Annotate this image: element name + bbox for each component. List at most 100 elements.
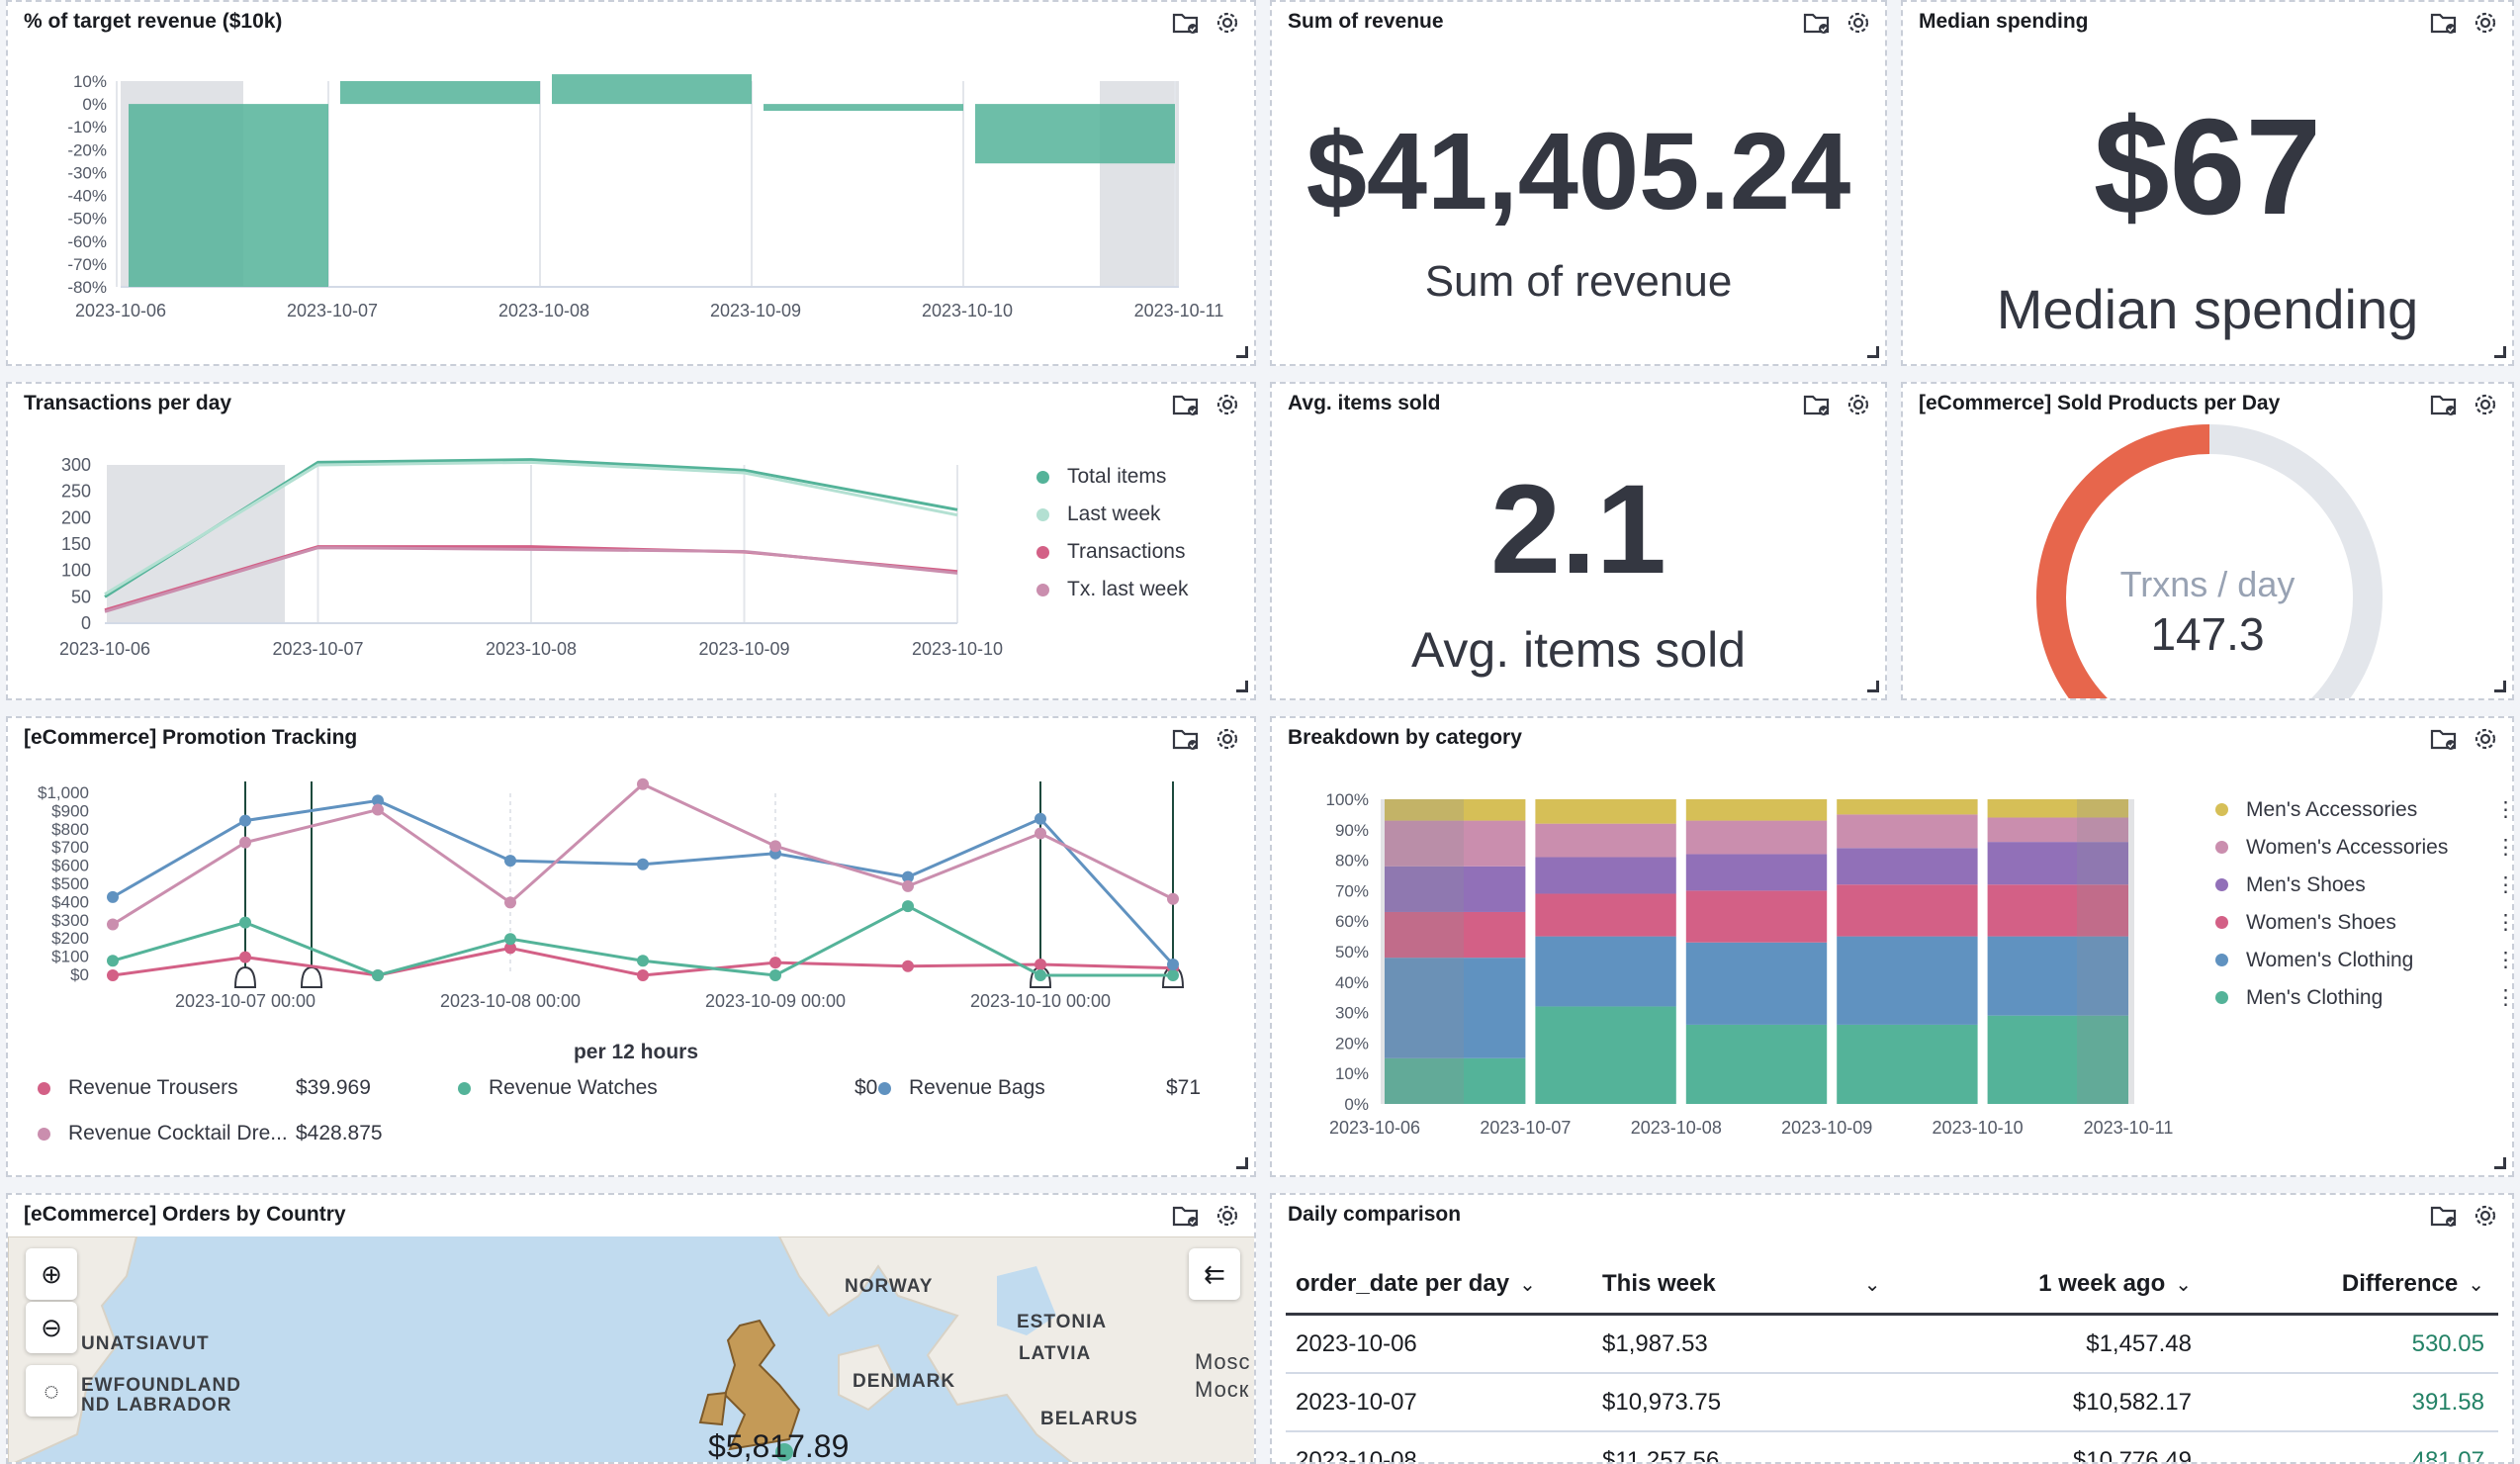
panel-target-revenue: % of target revenue ($10k) 10% 0% -10% -20%… (6, 0, 1256, 366)
zoom-out-button[interactable]: ⊖ (26, 1302, 77, 1353)
panel-title: Avg. items sold (1288, 392, 1441, 414)
gear-icon[interactable] (1844, 8, 1873, 38)
map-label-newfoundland: EWFOUNDLAND (81, 1375, 241, 1396)
legend-item[interactable]: Revenue Trousers $39.969 (38, 1076, 371, 1100)
data-point (1035, 958, 1046, 970)
legend-item[interactable]: Women's Shoes ⋮ (2215, 910, 2512, 935)
resize-handle-icon[interactable] (2494, 1157, 2506, 1169)
more-options-icon[interactable]: ⋮ (2495, 910, 2512, 935)
folder-check-icon[interactable] (1171, 1201, 1201, 1231)
data-point (372, 969, 384, 981)
fit-bounds-button[interactable]: ◌ (26, 1365, 77, 1417)
folder-check-icon[interactable] (1802, 390, 1832, 419)
shaded-region (107, 465, 285, 623)
header-this-week[interactable]: This week ⌄ (1592, 1270, 1899, 1298)
stack-segment (1837, 936, 1978, 1025)
resize-handle-icon[interactable] (1867, 681, 1879, 692)
folder-check-icon[interactable] (1802, 8, 1832, 38)
panel-actions (2429, 1201, 2500, 1231)
header-order-date[interactable]: order_date per day ⌄ (1286, 1270, 1592, 1298)
x-tick-label: 2023-10-08 (486, 639, 577, 659)
map-value-label: $5,817.89 (708, 1428, 850, 1464)
gear-icon[interactable] (1844, 390, 1873, 419)
legend-dot (2215, 803, 2228, 816)
resize-handle-icon[interactable] (1236, 346, 1248, 358)
legend-item[interactable]: Men's Accessories ⋮ (2215, 797, 2512, 822)
legend-label: Revenue Bags (909, 1076, 1045, 1099)
metric-label: Avg. items sold (1410, 622, 1747, 678)
data-point (1167, 892, 1179, 905)
chevron-down-icon[interactable]: ⌄ (2468, 1272, 2484, 1297)
resize-handle-icon[interactable] (1236, 681, 1248, 692)
legend-item[interactable]: Men's Clothing ⋮ (2215, 985, 2512, 1010)
legend-item[interactable]: Revenue Bags $71 (878, 1076, 1201, 1100)
resize-handle-icon[interactable] (2494, 346, 2506, 358)
gear-icon[interactable] (2471, 1201, 2500, 1231)
legend-item[interactable]: Transactions (1036, 540, 1185, 564)
gear-icon[interactable] (2471, 8, 2500, 38)
cell-week-ago: $10,582.17 (2072, 1388, 2192, 1416)
y-tick-label: 0 (81, 613, 91, 633)
x-tick-label: 2023-10-11 (1134, 301, 1224, 320)
chevron-down-icon[interactable]: ⌄ (1864, 1272, 1881, 1297)
data-point (769, 969, 781, 981)
legend-item[interactable]: Last week (1036, 503, 1161, 526)
stack-segment (1535, 823, 1676, 858)
legend-item[interactable]: Women's Accessories ⋮ (2215, 835, 2512, 860)
y-tick-label: 30% (1335, 1004, 1369, 1023)
chevron-down-icon[interactable]: ⌄ (1519, 1272, 1536, 1297)
legend-dot (1036, 470, 1049, 484)
data-point (239, 916, 251, 929)
x-tick-label: 2023-10-10 (912, 639, 1003, 659)
cell-difference: 530.05 (2411, 1329, 2484, 1357)
more-options-icon[interactable]: ⋮ (2495, 985, 2512, 1010)
x-tick-label: 2023-10-07 (287, 301, 378, 320)
stack-segment (1535, 1006, 1676, 1104)
data-point (107, 955, 119, 967)
series-line (112, 798, 1175, 965)
legend-label: Women's Shoes (2246, 910, 2396, 934)
stack-segment (1535, 893, 1676, 937)
panel-title: Sum of revenue (1288, 10, 1444, 33)
data-point (504, 933, 516, 946)
x-tick-label: 2023-10-07 00:00 (175, 991, 315, 1011)
folder-check-icon[interactable] (2429, 8, 2459, 38)
resize-handle-icon[interactable] (2494, 681, 2506, 692)
folder-check-icon[interactable] (2429, 1201, 2459, 1231)
target-revenue-chart: 10% 0% -10% -20% -30% -40% -50% -60% -70% -80% 202… (67, 72, 1224, 320)
legend-item[interactable]: Revenue Watches $0 (458, 1076, 877, 1100)
panel-median-spending: Median spending $67 Median spending (1901, 0, 2514, 366)
chevron-down-icon[interactable]: ⌄ (2175, 1272, 2192, 1297)
more-options-icon[interactable]: ⋮ (2495, 835, 2512, 860)
header-1-week-ago[interactable]: 1 week ago ⌄ (1899, 1270, 2205, 1298)
legend-dot (2215, 841, 2228, 854)
resize-handle-icon[interactable] (1236, 1157, 1248, 1169)
header-difference[interactable]: Difference ⌄ (2205, 1270, 2498, 1298)
map-canvas[interactable]: NORWAY ESTONIA LATVIA DENMARK BELARUS Mo… (8, 1236, 1254, 1464)
legend-item[interactable]: Women's Clothing ⋮ (2215, 948, 2512, 972)
y-tick-label: 70% (1335, 881, 1369, 900)
resize-handle-icon[interactable] (1867, 346, 1879, 358)
x-tick-label: 2023-10-10 (1933, 1118, 2024, 1138)
panel-title: Median spending (1919, 10, 2089, 33)
zoom-in-button[interactable]: ⊕ (26, 1248, 77, 1300)
y-tick-label: $300 (51, 911, 89, 930)
legend-dot (2215, 991, 2228, 1004)
legend-item[interactable]: Total items (1036, 465, 1166, 489)
more-options-icon[interactable]: ⋮ (2495, 948, 2512, 972)
y-tick-label: -20% (67, 140, 107, 159)
map-label-belarus: BELARUS (1040, 1409, 1138, 1429)
legend-item[interactable]: Tx. last week (1036, 578, 1189, 601)
legend-item[interactable]: Revenue Cocktail Dre... $428.875 (38, 1122, 383, 1145)
panel-transactions: Transactions per day 300 250 200 150 100 50 0 2… (6, 382, 1256, 700)
gear-icon[interactable] (1213, 1201, 1242, 1231)
y-tick-label: 100% (1326, 790, 1369, 809)
y-tick-label: -50% (67, 210, 107, 229)
layer-toggle-button[interactable]: ⇇ (1189, 1248, 1240, 1300)
data-point (239, 814, 251, 827)
panel-actions (1802, 8, 1873, 38)
x-axis-title: per 12 hours (573, 1041, 699, 1063)
legend-item[interactable]: Men's Shoes ⋮ (2215, 872, 2512, 897)
more-options-icon[interactable]: ⋮ (2495, 872, 2512, 897)
more-options-icon[interactable]: ⋮ (2495, 797, 2512, 822)
